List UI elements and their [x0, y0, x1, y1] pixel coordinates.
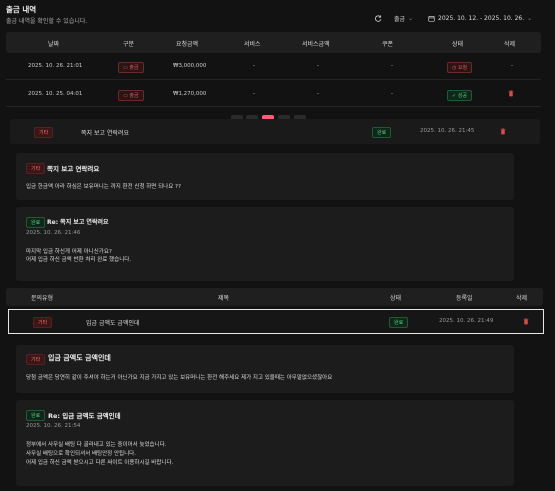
row-date: 2025. 10. 25. 04:01 [28, 91, 83, 97]
inquiry-date: 2025. 10. 26. 21:49 [439, 318, 494, 324]
col-date: 날짜 [48, 41, 60, 48]
col-registered: 등록일 [456, 295, 473, 302]
refresh-icon [375, 14, 382, 22]
answer-line: 정부에서 사무실 배팅 다 골라내고 있는 중이어서 늦었습니다. [26, 442, 167, 448]
category-badge: 기타 [33, 317, 53, 328]
date-range-text: 2025. 10. 12. - 2025. 10. 26. [438, 14, 525, 22]
answer-panel: 완료 Re: 입금 금액도 금액인데 2025. 10. 26. 21:54 정… [16, 400, 514, 486]
row-service-amount: - [317, 63, 319, 69]
chevron-down-icon: ⌄ [527, 14, 533, 22]
filter-label: 출금 [394, 15, 406, 23]
question-badge: 기타 [26, 163, 46, 174]
answer-date: 2025. 10. 26. 21:46 [26, 230, 81, 236]
col-delete: 삭제 [504, 41, 516, 48]
answer-panel: 완료 Re: 쪽지 보고 연락려요 2025. 10. 26. 21:46 마지… [16, 207, 514, 281]
answer-line: 마지막 입금 하신게 어제 아니신가요? [26, 249, 112, 255]
row-date: 2025. 10. 26. 21:01 [28, 63, 83, 69]
trash-icon[interactable] [508, 90, 514, 97]
chevron-down-icon: ⌄ [408, 14, 414, 22]
calendar-icon [428, 15, 435, 22]
col-type: 구분 [123, 41, 135, 48]
col-category: 문의유형 [31, 295, 54, 302]
type-badge: ▭ 출금 [118, 90, 144, 101]
answer-title: Re: 입금 금액도 금액인데 [48, 412, 121, 420]
col-status: 상태 [390, 295, 402, 302]
answer-line: 어제 입금 하신 금액 받으시고 다른 싸이트 이용하시길 바랍니다. [26, 460, 174, 466]
type-badge: ▭ 출금 [118, 62, 144, 73]
answer-line: 사무실 배팅으로 확인되셔서 배팅안정 안됩니다. [26, 451, 136, 457]
answer-badge: 완료 [26, 410, 46, 421]
inquiry-row-selected[interactable]: 기타 입금 금액도 금액인데 완료 2025. 10. 26. 21:49 [8, 309, 544, 334]
question-title: 입금 금액도 금액인데 [48, 354, 111, 362]
question-title: 쪽지 보고 연락려요 [47, 165, 100, 173]
answer-title: Re: 쪽지 보고 연락려요 [47, 219, 109, 226]
row-coupon: - [391, 63, 393, 69]
status-badge: 완료 [372, 127, 392, 138]
inquiry-date: 2025. 10. 26. 21:45 [420, 128, 475, 134]
answer-badge: 완료 [26, 217, 46, 228]
refresh-button[interactable] [375, 13, 382, 23]
col-status: 상태 [452, 41, 464, 48]
inquiry-row[interactable]: 기타 쪽지 보고 연락려요 완료 2025. 10. 26. 21:45 [10, 119, 540, 144]
answer-date: 2025. 10. 26. 21:54 [26, 423, 81, 429]
status-badge: ◷ 요청 [447, 62, 473, 73]
col-service: 서비스 [244, 41, 261, 48]
inquiry-table-header: 문의유형 제목 상태 등록일 삭제 [6, 288, 543, 306]
question-body: 입금 한금액 아라 하심은 보유머니는 까지 환전 신청 하면 되나요 ?? [26, 184, 181, 190]
col-title: 제목 [218, 295, 230, 302]
col-delete: 삭제 [516, 295, 528, 302]
row-amount: ₩1,270,000 [173, 91, 207, 97]
row-coupon: - [391, 91, 393, 97]
question-badge: 기타 [26, 354, 46, 365]
answer-line: 어제 입금 하신 금액 반환 처리 완료 했습니다. [26, 257, 132, 263]
row-delete-placeholder: - [511, 63, 513, 69]
inquiry-title: 입금 금액도 금액인데 [86, 320, 140, 327]
filter-select[interactable]: 출금 ⌄ [394, 13, 413, 23]
page-subtitle: 출금 내역을 확인할 수 있습니다. [6, 18, 88, 25]
row-service: - [253, 63, 255, 69]
col-service-amount: 서비스금액 [302, 41, 330, 48]
trash-icon[interactable] [500, 128, 506, 135]
inquiry-title: 쪽지 보고 연락려요 [81, 130, 129, 137]
row-amount: ₩3,000,000 [173, 63, 207, 69]
table-row: 2025. 10. 25. 04:01 ▭ 출금 ₩1,270,000 - - … [6, 81, 541, 107]
row-service-amount: - [317, 91, 319, 97]
question-panel: 기타 입금 금액도 금액인데 당첨 금액은 당연히 같이 주셔야 하는거 아닌가… [16, 345, 514, 393]
status-badge: 완료 [389, 317, 409, 328]
col-coupon: 쿠폰 [382, 41, 394, 48]
question-panel: 기타 쪽지 보고 연락려요 입금 한금액 아라 하심은 보유머니는 까지 환전 … [16, 153, 514, 200]
table-row: 2025. 10. 26. 21:01 ▭ 출금 ₩3,000,000 - - … [6, 54, 541, 80]
date-range-picker[interactable]: 2025. 10. 12. - 2025. 10. 26. ⌄ [428, 13, 532, 23]
question-body: 당첨 금액은 당연히 같이 주셔야 하는거 아닌가요 지금 가지고 있는 보유머… [26, 375, 333, 381]
row-service: - [253, 91, 255, 97]
withdraw-table-header: 날짜 구분 요청금액 서비스 서비스금액 쿠폰 상태 삭제 [6, 32, 541, 53]
status-badge: ✓ 성공 [447, 90, 472, 101]
category-badge: 기타 [34, 127, 54, 138]
page-title: 출금 내역 [6, 5, 37, 14]
trash-icon[interactable] [523, 318, 529, 325]
col-amount: 요청금액 [176, 41, 199, 48]
